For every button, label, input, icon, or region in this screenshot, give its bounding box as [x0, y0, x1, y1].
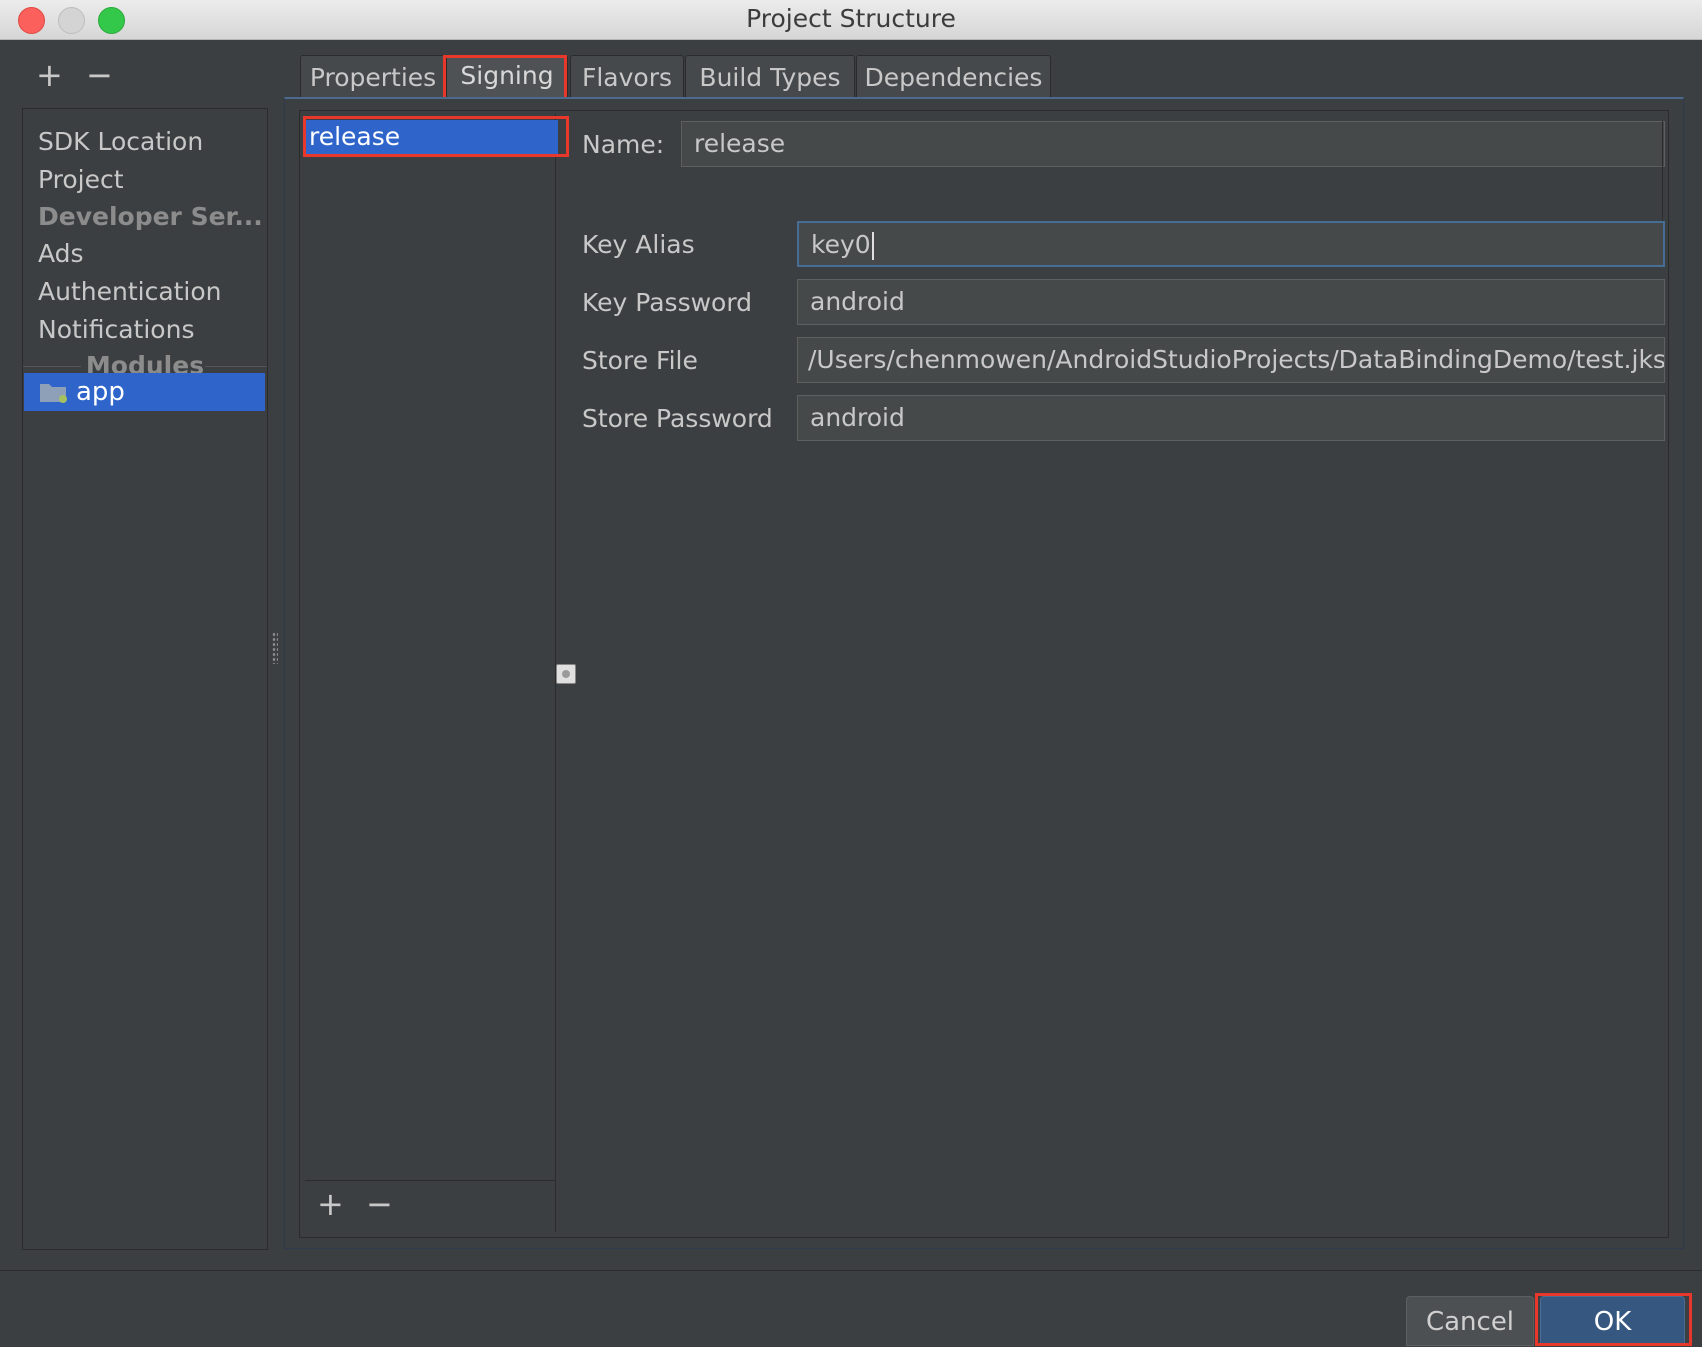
store-password-label: Store Password [582, 404, 773, 433]
name-label: Name: [582, 130, 665, 159]
sidebar-header-developer-services: Developer Ser... [38, 202, 263, 231]
key-alias-label: Key Alias [582, 230, 695, 259]
highlight-box-ok [1535, 1293, 1692, 1346]
key-password-label: Key Password [582, 288, 753, 317]
highlight-box-signing-tab [443, 55, 567, 100]
title-bar: Project Structure [0, 0, 1702, 40]
sidebar: SDK Location Project Developer Ser... Ad… [22, 108, 268, 1250]
signing-config-list [304, 114, 556, 1232]
window-title: Project Structure [746, 4, 956, 33]
store-file-label: Store File [582, 346, 698, 375]
key-alias-field[interactable]: key0 [797, 221, 1665, 267]
store-file-field[interactable]: /Users/chenmowen/AndroidStudioProjects/D… [797, 337, 1665, 383]
footer-divider [0, 1270, 1702, 1271]
sidebar-splitter-handle[interactable] [272, 632, 278, 664]
sidebar-item-authentication[interactable]: Authentication [38, 275, 222, 309]
splitter-handle[interactable] [556, 664, 576, 684]
key-alias-value: key0 [811, 230, 871, 259]
name-field[interactable]: release [681, 121, 1665, 167]
module-folder-icon [40, 384, 67, 403]
store-password-field[interactable]: android [797, 395, 1665, 441]
tab-flavors[interactable]: Flavors [570, 55, 684, 98]
tab-build-types[interactable]: Build Types [685, 55, 855, 98]
add-config-icon[interactable]: + [317, 1188, 344, 1220]
sidebar-item-sdk-location[interactable]: SDK Location [38, 125, 203, 159]
sidebar-item-app[interactable]: app [24, 373, 265, 411]
list-toolbar-divider [305, 1180, 555, 1181]
sidebar-item-notifications[interactable]: Notifications [38, 313, 194, 347]
add-icon[interactable]: + [36, 59, 63, 91]
modules-header-line-right [205, 366, 267, 367]
remove-icon[interactable]: − [86, 59, 113, 91]
key-password-field[interactable]: android [797, 279, 1665, 325]
sidebar-item-app-label: app [76, 377, 125, 407]
text-caret [871, 232, 874, 260]
sidebar-item-project[interactable]: Project [38, 163, 124, 197]
remove-config-icon[interactable]: − [366, 1188, 393, 1220]
cancel-button[interactable]: Cancel [1406, 1296, 1534, 1346]
name-field-edge [1662, 121, 1663, 221]
tab-properties[interactable]: Properties [300, 55, 446, 98]
highlight-box-release [303, 116, 569, 157]
sidebar-item-ads[interactable]: Ads [38, 237, 84, 271]
tab-dependencies[interactable]: Dependencies [856, 55, 1051, 98]
